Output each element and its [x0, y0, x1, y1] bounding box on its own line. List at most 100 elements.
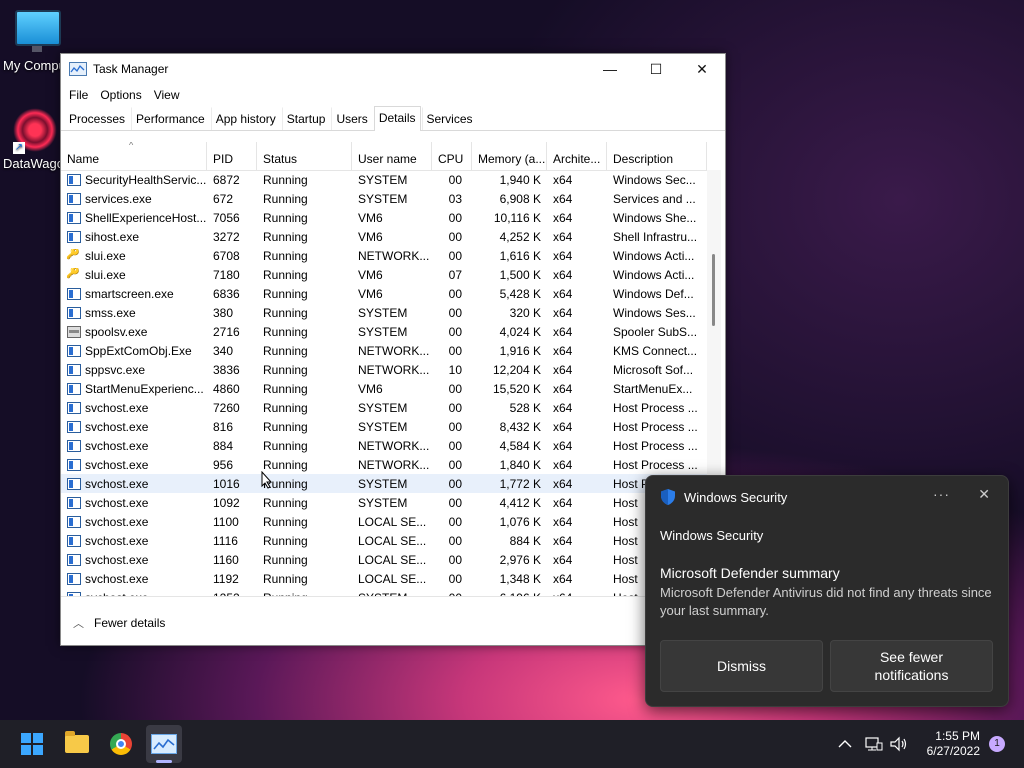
- cell-mem: 10,116 K: [493, 210, 541, 225]
- table-row[interactable]: svchost.exe 1116 Running LOCAL SE... 00 884 K…: [61, 531, 707, 550]
- cell-pid: 3836: [213, 362, 240, 377]
- scrollbar-thumb[interactable]: [712, 254, 715, 326]
- cell-cpu: 03: [448, 191, 462, 206]
- cell-user: SYSTEM: [358, 324, 408, 339]
- tab-users[interactable]: Users: [331, 107, 372, 130]
- more-options-icon[interactable]: ···: [933, 486, 950, 502]
- table-row[interactable]: svchost.exe 1016 Running SYSTEM 00 1,772 Kx64…: [61, 474, 707, 493]
- cell-status: Running: [263, 533, 308, 548]
- table-row[interactable]: svchost.exe 1100 Running LOCAL SE... 00 1,076…: [61, 512, 707, 531]
- table-row[interactable]: svchost.exe 956 Running NETWORK... 00 1,840 K…: [61, 455, 707, 474]
- network-icon[interactable]: [865, 720, 883, 768]
- notification-toast: Windows Security ··· ✕ Windows Security …: [645, 475, 1009, 707]
- table-row[interactable]: sppsvc.exe 3836 Running NETWORK... 10 12,204 …: [61, 360, 707, 379]
- cell-user: LOCAL SE...: [358, 571, 427, 586]
- table-row[interactable]: spoolsv.exe 2716 Running SYSTEM 00 4,024 K x64…: [61, 322, 707, 341]
- cell-mem: 6,908 K: [499, 191, 541, 206]
- column-header-pid[interactable]: PID: [207, 142, 257, 170]
- column-header-description[interactable]: Description: [607, 142, 707, 170]
- cell-status: Running: [263, 248, 308, 263]
- menu-options[interactable]: Options: [94, 88, 147, 102]
- notification-badge[interactable]: 1: [989, 736, 1005, 752]
- tab-app-history[interactable]: App history: [210, 107, 281, 130]
- footer-bar: ︿ Fewer details: [61, 596, 725, 645]
- column-header-memory[interactable]: Memory (a...: [472, 142, 547, 170]
- process-icon: [67, 515, 81, 528]
- table-row[interactable]: svchost.exe 884 Running NETWORK... 00 4,584 K…: [61, 436, 707, 455]
- file-explorer-button[interactable]: [61, 728, 93, 760]
- cell-mem: 1,916 K: [499, 343, 541, 358]
- cell-pid: 1192: [213, 571, 239, 586]
- process-name: services.exe: [85, 191, 152, 206]
- table-row[interactable]: sihost.exe 3272 Running VM6 00 4,252 K x64 Shel…: [61, 227, 707, 246]
- menu-bar: File Options View: [61, 84, 725, 106]
- clock[interactable]: 1:55 PM 6/27/2022: [927, 729, 980, 759]
- table-row[interactable]: StartMenuExperienc... 4860 Running VM6 00 15,…: [61, 379, 707, 398]
- table-row[interactable]: smss.exe 380 Running SYSTEM 00 320 K x64 Window…: [61, 303, 707, 322]
- show-hidden-icons-button[interactable]: [838, 720, 852, 768]
- toast-close-icon[interactable]: ✕: [978, 486, 990, 503]
- title-bar[interactable]: Task Manager — ☐ ✕: [61, 54, 725, 84]
- tab-services[interactable]: Services: [421, 107, 478, 130]
- see-fewer-notifications-button[interactable]: See fewer notifications: [830, 640, 993, 692]
- table-row[interactable]: slui.exe 6708 Running NETWORK... 00 1,616 K x6…: [61, 246, 707, 265]
- menu-view[interactable]: View: [148, 88, 186, 102]
- tab-performance[interactable]: Performance: [131, 107, 210, 130]
- task-manager-taskbar-button[interactable]: [146, 725, 182, 763]
- cell-desc: Host Process ...: [613, 419, 698, 434]
- tab-processes[interactable]: Processes: [64, 107, 130, 130]
- cell-name: sihost.exe: [61, 230, 207, 244]
- chrome-button[interactable]: [105, 728, 137, 760]
- table-row[interactable]: svchost.exe 1192 Running LOCAL SE... 00 1,348…: [61, 569, 707, 588]
- column-header-cpu[interactable]: CPU: [432, 142, 472, 170]
- cell-name: svchost.exe: [61, 439, 207, 453]
- table-row[interactable]: SecurityHealthServic... 6872 Running SYSTEM…: [61, 170, 707, 189]
- fewer-details-button[interactable]: ︿ Fewer details: [73, 615, 165, 631]
- tab-details[interactable]: Details: [373, 106, 421, 131]
- table-row[interactable]: svchost.exe1252RunningSYSTEM006,196 Kx64…: [61, 588, 707, 596]
- cell-pid: 6872: [213, 172, 240, 187]
- cell-cpu: 00: [448, 495, 462, 510]
- cell-mem: 8,432 K: [499, 419, 541, 434]
- cell-user: SYSTEM: [358, 191, 408, 206]
- cell-status: Running: [263, 419, 308, 434]
- table-row[interactable]: SppExtComObj.Exe 340 Running NETWORK... 00 1,…: [61, 341, 707, 360]
- chevron-up-icon: ︿: [73, 618, 84, 630]
- cell-arch: x64: [553, 305, 573, 320]
- column-header-user-name[interactable]: User name: [352, 142, 432, 170]
- cell-user: SYSTEM: [358, 172, 408, 187]
- cell-arch: x64: [553, 476, 573, 491]
- cell-status: Running: [263, 571, 308, 586]
- tab-startup[interactable]: Startup: [281, 107, 331, 130]
- cell-status: Running: [263, 229, 308, 244]
- table-row[interactable]: svchost.exe 1092 Running SYSTEM 00 4,412 K x64…: [61, 493, 707, 512]
- cell-status: Running: [263, 362, 308, 377]
- table-row[interactable]: svchost.exe 1160 Running LOCAL SE... 00 2,976…: [61, 550, 707, 569]
- table-row[interactable]: svchost.exe 7260 Running SYSTEM 00 528 K x64 Ho…: [61, 398, 707, 417]
- cell-name: svchost.exe: [61, 420, 207, 434]
- table-row[interactable]: ShellExperienceHost.... 7056 Running VM6 00 1…: [61, 208, 707, 227]
- cell-name: StartMenuExperienc...: [61, 382, 207, 396]
- process-name: svchost.exe: [85, 400, 149, 415]
- process-icon: [67, 230, 81, 243]
- process-icon: [67, 211, 81, 224]
- column-header-status[interactable]: Status: [257, 142, 352, 170]
- cell-status: Running: [263, 286, 308, 301]
- cell-mem: 1,500 K: [499, 267, 541, 282]
- menu-file[interactable]: File: [63, 88, 94, 102]
- column-header-name[interactable]: Name: [61, 142, 207, 170]
- minimize-button[interactable]: —: [587, 54, 633, 84]
- close-button[interactable]: ✕: [679, 54, 725, 84]
- cell-arch: x64: [553, 438, 573, 453]
- column-header-architecture[interactable]: Archite...: [547, 142, 607, 170]
- table-row[interactable]: svchost.exe 816 Running SYSTEM 00 8,432 K x64 H…: [61, 417, 707, 436]
- dismiss-button[interactable]: Dismiss: [660, 640, 823, 692]
- cell-name: svchost.exe: [61, 401, 207, 415]
- table-row[interactable]: smartscreen.exe 6836 Running VM6 00 5,428 K x6…: [61, 284, 707, 303]
- start-button[interactable]: [16, 728, 48, 760]
- table-row[interactable]: slui.exe 7180 Running VM6 07 1,500 K x64 Window…: [61, 265, 707, 284]
- table-row[interactable]: services.exe 672 Running SYSTEM 03 6,908 K x64…: [61, 189, 707, 208]
- cell-mem: 4,412 K: [499, 495, 541, 510]
- maximize-button[interactable]: ☐: [633, 54, 679, 84]
- volume-icon[interactable]: [889, 720, 909, 768]
